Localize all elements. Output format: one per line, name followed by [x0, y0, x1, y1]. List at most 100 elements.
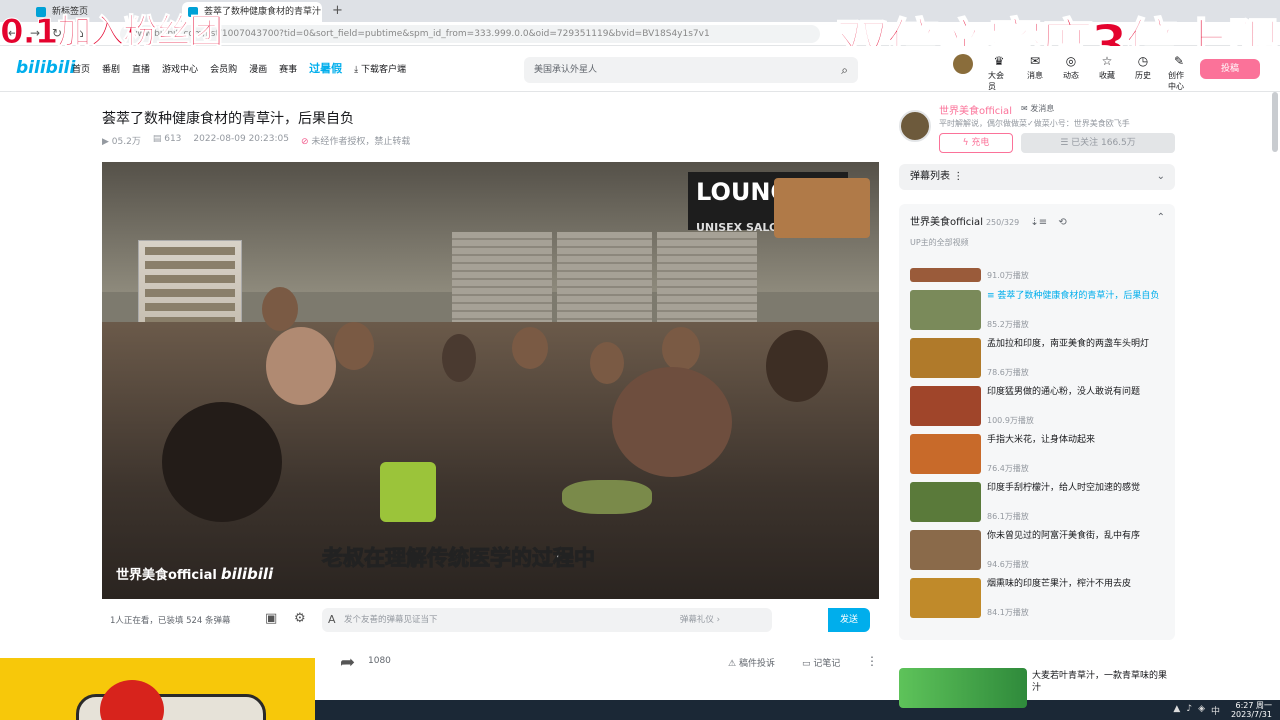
- list-item[interactable]: 91.0万播放: [910, 268, 1172, 284]
- viewer-count: 1人正在看，已装填 524 条弹幕: [110, 616, 231, 626]
- cartoon-graphic: [100, 680, 164, 720]
- list-item[interactable]: 烟熏味的印度芒果汁，榨汁不用去皮 84.1万播放: [910, 578, 1172, 622]
- danmaku-input[interactable]: A 发个友善的弹幕见证当下 弹幕礼仪 ›: [322, 608, 772, 632]
- uploader-avatar[interactable]: [899, 110, 931, 142]
- note-button[interactable]: ▭ 记笔记: [802, 656, 840, 669]
- list-item-current[interactable]: ≡ 荟萃了数种健康食材的青草汁，后果自负 85.2万播放: [910, 290, 1172, 334]
- video-scene: [562, 480, 652, 514]
- search-input[interactable]: 美国承认外星人 ⌕: [524, 57, 858, 83]
- nav-item[interactable]: 直播: [132, 62, 150, 76]
- nav-item[interactable]: 首页: [72, 62, 90, 76]
- danmaku-etiquette-link[interactable]: 弹幕礼仪 ›: [680, 608, 720, 632]
- video-scene: [262, 287, 298, 331]
- favorite-icon: ☆: [1101, 54, 1113, 68]
- play-icon: ▶: [102, 137, 112, 147]
- new-tab-button[interactable]: +: [332, 3, 343, 18]
- more-icon[interactable]: ⋮: [866, 654, 878, 668]
- site-header: bilibili 首页 番剧 直播 游戏中心 会员购 漫画 赛事 过暑假 ⤓ 下…: [0, 46, 1280, 92]
- danmaku-settings-icon[interactable]: ⚙: [294, 611, 306, 626]
- chevron-down-icon: ⌄: [1156, 171, 1165, 182]
- danmaku-list-toggle[interactable]: 弹幕列表 ⋮ ⌄: [899, 164, 1175, 190]
- nav-item[interactable]: 会员购: [210, 62, 237, 76]
- list-item[interactable]: 印度手刮柠檬汁，给人时空加速的感觉 86.1万播放: [910, 482, 1172, 526]
- share-count: 1080: [368, 656, 391, 666]
- video-thumbnail: [910, 482, 981, 522]
- danmaku-bar: 1人正在看，已装填 524 条弹幕 ▣ ⚙ A 发个友善的弹幕见证当下 弹幕礼仪…: [102, 606, 879, 634]
- video-scene: [590, 342, 624, 384]
- upload-button[interactable]: 投稿: [1200, 59, 1260, 79]
- list-item[interactable]: 手指大米花，让身体动起来 76.4万播放: [910, 434, 1172, 478]
- list-icon: ☰: [1060, 138, 1072, 148]
- list-item[interactable]: 孟加拉和印度，南亚美食的两盏车头明灯 78.6万播放: [910, 338, 1172, 382]
- video-thumbnail: [910, 578, 981, 618]
- danmaku-stat: ▤ 613: [152, 134, 182, 144]
- header-icons: ♛ 大会员 ✉ 消息 ◎ 动态 ☆ 收藏 ◷ 历史 ✎ 创作中心: [952, 54, 1190, 92]
- danmaku-style-icon[interactable]: A: [328, 608, 336, 632]
- system-tray: ▲ ♪ ◈ 中: [1173, 704, 1220, 717]
- charge-button[interactable]: ϟ 充电: [939, 133, 1013, 153]
- header-vip[interactable]: ♛ 大会员: [988, 54, 1010, 92]
- header-message[interactable]: ✉ 消息: [1024, 54, 1046, 92]
- video-scene: [380, 462, 436, 522]
- chevron-up-icon[interactable]: ⌃: [1157, 212, 1165, 223]
- vip-icon: ♛: [993, 54, 1005, 68]
- share-icon[interactable]: ➦: [340, 652, 355, 673]
- video-subtitle: 老叔在理解传统医学的过程中: [322, 546, 596, 571]
- video-player[interactable]: LOUNGE UNISEX SALON 老叔在理解传统医学的过程中 世界美食off…: [102, 162, 879, 599]
- forbid-icon: ⊘: [301, 137, 312, 147]
- search-icon[interactable]: ⌕: [841, 57, 848, 83]
- user-avatar[interactable]: [952, 54, 974, 92]
- series-header: 世界美食official 250/329 ⇣≡ ⟲: [910, 217, 1067, 228]
- sort-icon[interactable]: ⇣≡: [1030, 217, 1047, 228]
- publish-date: 2022-08-09 20:23:05: [193, 134, 289, 144]
- url-input[interactable]: www.bilibili.com/list/1007043700?tid=0&s…: [120, 25, 820, 43]
- volume-icon[interactable]: ♪: [1186, 704, 1192, 717]
- video-scene: [334, 322, 374, 370]
- follow-button[interactable]: ☰ 已关注 166.5万: [1021, 133, 1175, 153]
- video-watermark: 世界美食official bilibili: [116, 565, 274, 583]
- video-thumbnail: [910, 268, 981, 282]
- video-scene: [612, 367, 732, 477]
- nav-item[interactable]: 番剧: [102, 62, 120, 76]
- uploader-desc: 平时解解说，偶尔做做菜✓做菜小号：世界美食欧飞手: [939, 119, 1130, 128]
- dynamic-icon: ◎: [1065, 54, 1077, 68]
- header-history[interactable]: ◷ 历史: [1132, 54, 1154, 92]
- taskbar-clock[interactable]: 6:27 周一 2023/7/31: [1231, 701, 1272, 719]
- nav-item-download[interactable]: ⤓ 下载客户端: [354, 62, 406, 76]
- copyright-notice: ⊘ 未经作者授权，禁止转载: [301, 137, 411, 147]
- video-scene: [442, 334, 476, 382]
- nav-item[interactable]: 漫画: [249, 62, 267, 76]
- nav-item[interactable]: 赛事: [279, 62, 297, 76]
- video-thumbnail: [910, 386, 981, 426]
- network-icon[interactable]: ◈: [1198, 704, 1205, 717]
- nav-item-summer[interactable]: 过暑假: [309, 60, 342, 76]
- mail-icon: ✉: [1021, 104, 1031, 113]
- playing-icon: ≡: [987, 291, 998, 301]
- video-thumbnail: [899, 668, 1027, 708]
- danmaku-toggle-icon[interactable]: ▣: [265, 611, 277, 626]
- more-icon[interactable]: ⋮: [953, 171, 963, 182]
- video-scene: [774, 178, 870, 238]
- nav-item[interactable]: 游戏中心: [162, 62, 198, 76]
- list-item[interactable]: 你未曾见过的阿富汗美食街，乱中有序 94.6万播放: [910, 530, 1172, 574]
- header-dynamic[interactable]: ◎ 动态: [1060, 54, 1082, 92]
- list-item[interactable]: 印度猛男做的通心粉，没人敢说有问题 100.9万播放: [910, 386, 1172, 430]
- send-danmaku-button[interactable]: 发送: [828, 608, 870, 632]
- header-creator[interactable]: ✎ 创作中心: [1168, 54, 1190, 92]
- video-meta: ▶ 05.2万 ▤ 613 2022-08-09 20:23:05 ⊘ 未经作者…: [102, 134, 410, 147]
- series-subtitle: UP主的全部视频: [910, 238, 969, 247]
- ime-indicator[interactable]: 中: [1211, 704, 1220, 717]
- report-button[interactable]: ⚠ 稿件投诉: [728, 656, 775, 669]
- series-panel: 世界美食official 250/329 ⇣≡ ⟲ ⌃ UP主的全部视频 91.0…: [899, 204, 1175, 640]
- recommended-video[interactable]: 大麦若叶青草汁，一款青草味的果汁: [899, 668, 1175, 708]
- bilibili-logo[interactable]: bilibili: [16, 58, 75, 78]
- send-message-link[interactable]: ✉ 发消息: [1021, 103, 1054, 114]
- video-scene: [512, 327, 548, 369]
- loop-icon[interactable]: ⟲: [1058, 217, 1066, 228]
- views-stat: ▶ 05.2万: [102, 137, 141, 147]
- search-placeholder: 美国承认外星人: [534, 65, 598, 75]
- page-scrollbar[interactable]: [1272, 92, 1278, 152]
- uploader-name[interactable]: 世界美食official: [939, 102, 1012, 117]
- header-favorite[interactable]: ☆ 收藏: [1096, 54, 1118, 92]
- history-icon: ◷: [1137, 54, 1149, 68]
